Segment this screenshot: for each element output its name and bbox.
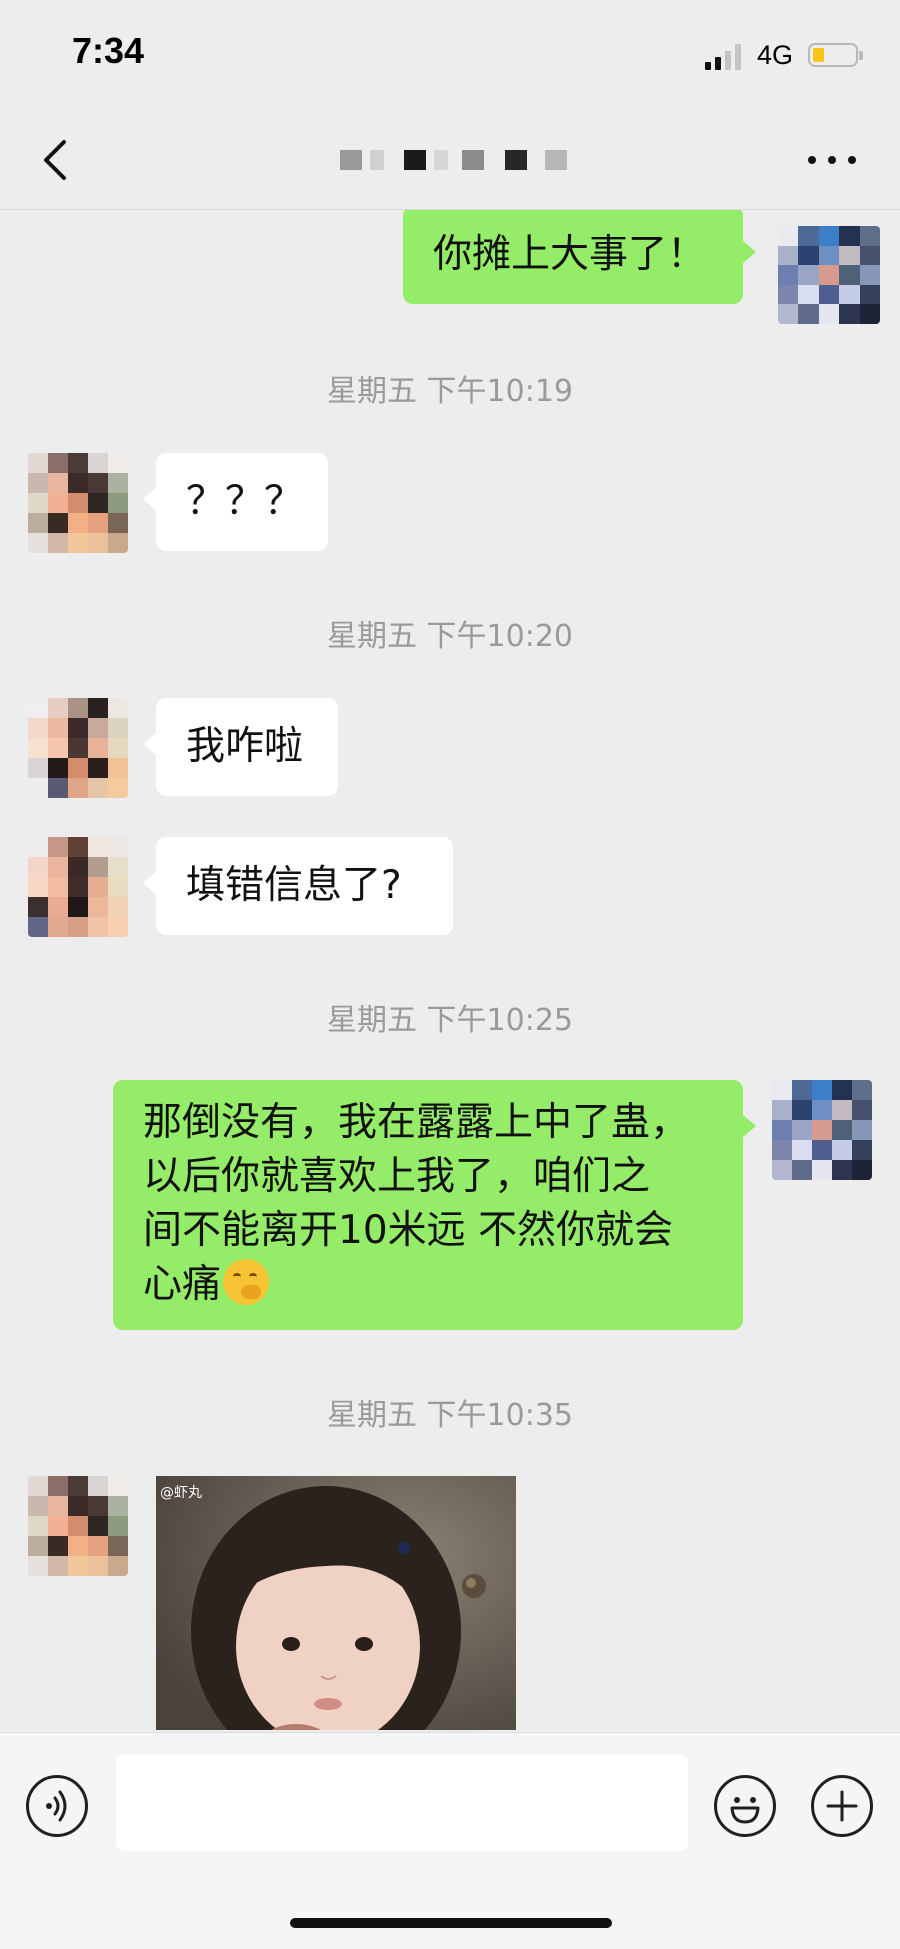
my-avatar[interactable] (772, 1080, 872, 1180)
message-text: ？？？ (186, 479, 304, 524)
message-bubble-incoming[interactable]: ？？？ (143, 453, 328, 551)
smiley-face-icon (730, 1797, 760, 1824)
chat-header (0, 110, 900, 210)
battery-icon (808, 43, 863, 67)
message-bubble-outgoing[interactable]: 那倒没有，我在露露上中了蛊， 以后你就喜欢上我了，咱们之 间不能离开10米远 不… (113, 1080, 756, 1330)
message-line: 心痛 (143, 1262, 222, 1307)
chat-title-obscured (340, 150, 580, 170)
plus-circle-icon (826, 1790, 858, 1822)
message-input-bar (0, 1732, 900, 1949)
sticker-image[interactable]: @虾丸 (156, 1476, 516, 1730)
message-text: 我咋啦 (186, 724, 304, 769)
more-options-button[interactable] (808, 154, 858, 166)
voice-input-button[interactable] (26, 1775, 88, 1837)
message-text: 你摊上大事了！ (433, 232, 707, 277)
message-line: 间不能离开10米远 不然你就会 (143, 1208, 674, 1253)
message-bubble-outgoing[interactable]: 你摊上大事了！ (403, 210, 756, 304)
cellular-signal-icon (705, 42, 747, 70)
thinking-face-emoji (223, 1259, 270, 1305)
timestamp: 星期五 下午10:35 (327, 1398, 573, 1433)
message-line-last: 心痛 (143, 1258, 713, 1312)
message-text: 填错信息了? (186, 863, 402, 908)
message-bubble-incoming[interactable]: 我咋啦 (143, 698, 338, 796)
sticker-watermark: @虾丸 (160, 1485, 202, 1501)
home-indicator[interactable] (290, 1918, 612, 1928)
network-type: 4G (757, 40, 794, 70)
contact-avatar[interactable] (28, 837, 128, 937)
message-line: 以后你就喜欢上我了，咱们之 (143, 1154, 651, 1199)
status-time: 7:34 (72, 30, 145, 71)
status-bar: 7:34 4G (0, 0, 900, 110)
timestamp: 星期五 下午10:19 (327, 374, 573, 409)
message-text-input[interactable] (116, 1755, 688, 1851)
message-line: 那倒没有，我在露露上中了蛊， (143, 1100, 690, 1145)
message-bubble-incoming[interactable]: 填错信息了? (143, 837, 453, 935)
voice-input-icon (46, 1790, 67, 1822)
my-avatar[interactable] (778, 226, 880, 324)
more-functions-button[interactable] (811, 1775, 873, 1837)
timestamp: 星期五 下午10:25 (327, 1003, 573, 1038)
contact-avatar[interactable] (28, 453, 128, 553)
back-button[interactable] (38, 136, 78, 184)
contact-avatar[interactable] (28, 698, 128, 798)
contact-avatar[interactable] (28, 1476, 128, 1576)
chat-message-list[interactable]: 你摊上大事了！ 星期五 下午10:19 ？？？ 星期五 下午10:20 我咋啦 … (0, 210, 900, 1730)
child-photo-sticker (156, 1476, 516, 1730)
timestamp: 星期五 下午10:20 (327, 619, 573, 654)
emoji-button[interactable] (714, 1775, 776, 1837)
chevron-left-icon (44, 140, 66, 180)
